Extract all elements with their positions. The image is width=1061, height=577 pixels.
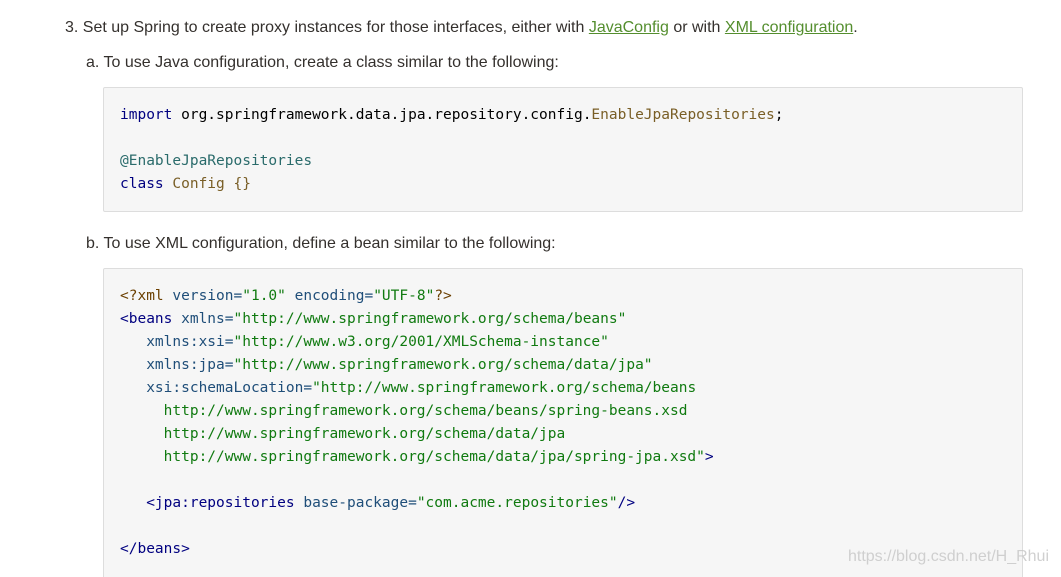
code-token: EnableJpaRepositories [591,107,775,123]
code-token: ; [774,107,784,123]
code-token: xmlns= [172,311,234,327]
code-token: http://www.springframework.org/schema/da… [120,449,705,465]
code-token: </beans> [120,541,190,557]
code-token: xmlns:jpa= [120,357,234,373]
code-token: base-package= [294,495,417,511]
code-token: /> [617,495,636,511]
step-3-text-prefix: 3. Set up Spring to create proxy instanc… [65,19,589,36]
code-token: http://www.springframework.org/schema/da… [120,426,566,442]
code-token: org.springframework.data.jpa.repository.… [172,107,592,123]
xml-config-code-block: <?xml version="1.0" encoding="UTF-8"?> <… [103,268,1023,577]
code-token: <beans [120,311,173,327]
code-token: ?> [434,288,452,304]
code-token: xmlns:xsi= [120,334,234,350]
step-3-instruction: 3. Set up Spring to create proxy instanc… [65,17,858,39]
code-token: > [704,449,714,465]
code-token: "http://www.springframework.org/schema/d… [233,357,653,373]
code-token: "http://www.springframework.org/schema/b… [233,311,627,327]
code-token: {} [233,176,251,192]
code-token: "com.acme.repositories" [416,495,618,511]
code-token: import [120,107,173,123]
code-token: http://www.springframework.org/schema/be… [120,403,688,419]
code-token: Config [163,176,234,192]
step-3-text-suffix: . [853,19,858,36]
java-config-code-block: import org.springframework.data.jpa.repo… [103,87,1023,212]
xml-configuration-link[interactable]: XML configuration [725,19,853,36]
code-token: xsi:schemaLocation= [120,380,313,396]
substep-a-text: a. To use Java configuration, create a c… [86,54,559,71]
csdn-watermark: https://blog.csdn.net/H_Rhui [847,548,1049,565]
code-token: <jpa:repositories [120,495,295,511]
code-token: "http://www.w3.org/2001/XMLSchema-instan… [233,334,609,350]
xml-config-code: <?xml version="1.0" encoding="UTF-8"?> <… [120,285,714,561]
code-token: encoding= [285,288,374,304]
code-token: "UTF-8" [373,288,435,304]
code-token: "http://www.springframework.org/schema/b… [312,380,697,396]
substep-b-text: b. To use XML configuration, define a be… [86,235,556,252]
step-3-text-middle: or with [668,19,725,36]
code-token: "1.0" [242,288,286,304]
code-token: class [120,176,164,192]
code-token: @EnableJpaRepositories [120,153,313,169]
javaconfig-link[interactable]: JavaConfig [589,19,669,36]
code-token: version= [163,288,243,304]
java-config-code: import org.springframework.data.jpa.repo… [120,104,783,196]
code-token: <?xml [120,288,164,304]
